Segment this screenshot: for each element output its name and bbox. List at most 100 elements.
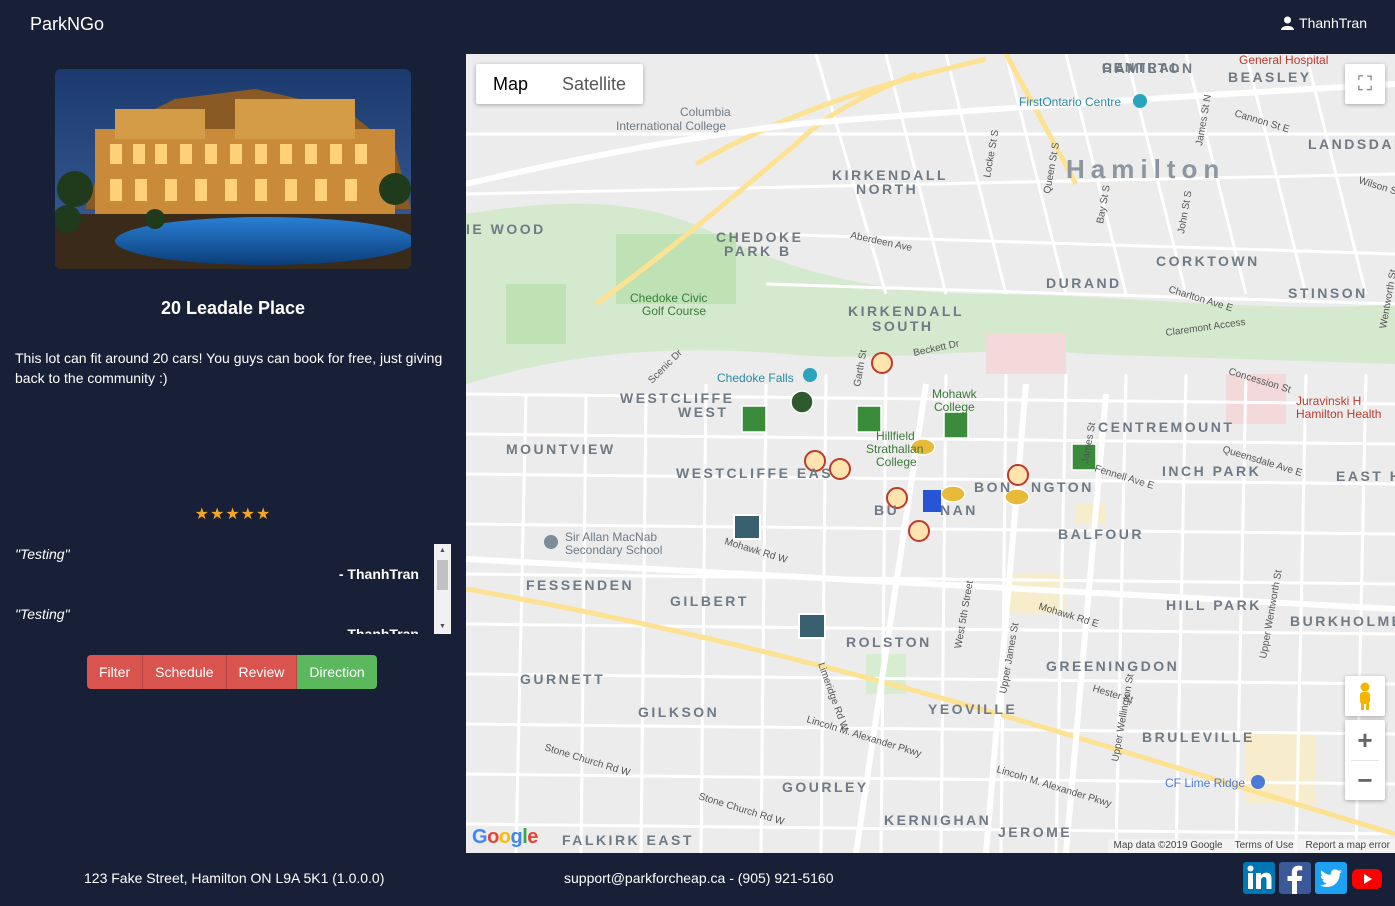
svg-text:FALKIRK EAST: FALKIRK EAST [562,832,694,848]
svg-text:NAN: NAN [940,502,978,518]
svg-text:College: College [876,455,917,469]
street-view-pegman-icon[interactable] [1345,676,1385,716]
map-attribution: Map data ©2019 Google Terms of Use Repor… [1108,839,1395,853]
scroll-down-arrow-icon[interactable]: ▼ [434,620,451,634]
svg-text:HILL PARK: HILL PARK [1166,597,1262,613]
linkedin-icon[interactable] [1243,862,1275,894]
svg-text:PARK B: PARK B [724,243,792,259]
svg-text:Secondary School: Secondary School [565,543,662,557]
svg-text:GILKSON: GILKSON [638,704,719,720]
footer: 123 Fake Street, Hamilton ON L9A 5K1 (1.… [0,853,1395,906]
svg-text:BURKHOLME: BURKHOLME [1290,613,1395,629]
svg-text:Sir Allan MacNab: Sir Allan MacNab [565,530,657,544]
svg-text:GREENINGDON: GREENINGDON [1046,658,1179,674]
zoom-control: + − [1345,720,1385,800]
svg-text:GOURLEY: GOURLEY [782,779,869,795]
svg-text:General Hospital: General Hospital [1239,54,1328,67]
svg-text:International College: International College [616,119,726,133]
filter-button[interactable]: Filter [87,655,144,689]
map-canvas[interactable]: CENTRAL CENTRAL HAMILTON BEASLEY LANDSDA… [466,54,1395,853]
footer-contact[interactable]: support@parkforcheap.ca - (905) 921-5160 [564,870,833,886]
map-type-map-button[interactable]: Map [476,64,545,104]
user-icon [1281,16,1295,30]
svg-text:DURAND: DURAND [1046,275,1122,291]
scrollbar-thumb[interactable] [437,560,448,590]
username: ThanhTran [1299,15,1367,31]
lot-details-panel: 20 Leadale Place This lot can fit around… [0,54,466,853]
svg-text:CENTREMOUNT: CENTREMOUNT [1098,419,1234,435]
svg-text:FirstOntario Centre: FirstOntario Centre [1019,95,1121,109]
zoom-out-icon[interactable]: − [1345,760,1385,800]
reviews-scrollbar[interactable]: ▲ ▼ [434,544,451,634]
star-rating: ★★★★★ [194,506,272,523]
social-links [1243,862,1383,894]
svg-text:KERNIGHAN: KERNIGHAN [884,812,991,828]
terms-link[interactable]: Terms of Use [1235,839,1294,853]
svg-text:BALFOUR: BALFOUR [1058,526,1144,542]
lot-photo [55,69,411,269]
user-menu[interactable]: ThanhTran [1281,15,1367,31]
svg-text:NORTH: NORTH [856,181,918,197]
svg-text:Strathallan: Strathallan [866,442,923,456]
svg-text:BU: BU [874,502,899,518]
map-view[interactable]: CENTRAL CENTRAL HAMILTON BEASLEY LANDSDA… [466,54,1395,853]
facebook-icon[interactable] [1279,862,1311,894]
fullscreen-icon[interactable]: ⛶ [1345,64,1385,104]
footer-address: 123 Fake Street, Hamilton ON L9A 5K1 (1.… [84,870,385,886]
review-text: "Testing" [15,546,70,562]
svg-text:SOUTH: SOUTH [872,318,934,334]
svg-text:Hamilton: Hamilton [1066,154,1225,184]
twitter-icon[interactable] [1315,862,1347,894]
report-error-link[interactable]: Report a map error [1306,839,1390,853]
svg-text:BON: BON [974,479,1013,495]
svg-text:Golf Course: Golf Course [642,304,706,318]
svg-text:Chedoke Falls: Chedoke Falls [717,371,794,385]
svg-text:MOUNTVIEW: MOUNTVIEW [506,441,616,457]
svg-text:EAST H: EAST H [1336,468,1395,484]
svg-text:Hamilton Health: Hamilton Health [1296,407,1381,421]
lot-description: This lot can fit around 20 cars! You guy… [15,350,443,386]
svg-text:LANDSDALE: LANDSDALE [1308,136,1395,152]
reviews-list[interactable]: "Testing" - ThanhTran "Testing" - ThanhT… [15,544,451,634]
svg-text:Hillfield: Hillfield [876,429,915,443]
map-type-satellite-button[interactable]: Satellite [545,64,643,104]
svg-text:WEST: WEST [678,404,728,420]
direction-button[interactable]: Direction [297,655,377,689]
svg-text:IE WOOD: IE WOOD [466,221,546,237]
svg-text:INCH PARK: INCH PARK [1162,463,1261,479]
svg-text:STINSON: STINSON [1288,285,1368,301]
svg-text:HAMILTON: HAMILTON [1102,60,1195,76]
svg-text:FESSENDEN: FESSENDEN [526,577,634,593]
youtube-icon[interactable] [1351,862,1383,894]
svg-text:Mohawk: Mohawk [932,387,978,401]
svg-text:CF Lime Ridge: CF Lime Ridge [1165,776,1245,790]
svg-text:CORKTOWN: CORKTOWN [1156,253,1260,269]
review-item: "Testing" - ThanhTran [15,604,451,634]
schedule-button[interactable]: Schedule [143,655,227,689]
google-logo[interactable]: Google [472,826,538,849]
scroll-up-arrow-icon[interactable]: ▲ [434,544,451,558]
review-text: "Testing" [15,606,70,622]
svg-text:JEROME: JEROME [998,824,1072,840]
action-button-group: Filter Schedule Review Direction [87,655,377,689]
review-button[interactable]: Review [226,655,298,689]
review-author: - ThanhTran [338,626,419,634]
svg-text:Chedoke Civic: Chedoke Civic [630,291,707,305]
svg-text:NGTON: NGTON [1031,479,1094,495]
svg-text:Juravinski H: Juravinski H [1296,394,1361,408]
review-author: - ThanhTran [338,566,419,582]
lot-title: 20 Leadale Place [160,298,306,318]
review-item: "Testing" - ThanhTran [15,544,451,604]
svg-text:Columbia: Columbia [680,105,731,119]
svg-text:BRULEVILLE: BRULEVILLE [1142,729,1255,745]
svg-text:BEASLEY: BEASLEY [1228,69,1312,85]
svg-text:GILBERT: GILBERT [670,593,749,609]
svg-text:GURNETT: GURNETT [520,671,605,687]
navbar: ParkNGo ThanhTran [0,0,1395,54]
map-type-toggle: Map Satellite [476,64,644,104]
brand-logo[interactable]: ParkNGo [30,14,104,35]
zoom-in-icon[interactable]: + [1345,720,1385,760]
svg-text:YEOVILLE: YEOVILLE [928,701,1017,717]
svg-text:KIRKENDALL: KIRKENDALL [848,303,964,319]
map-data-label: Map data ©2019 Google [1113,840,1223,851]
